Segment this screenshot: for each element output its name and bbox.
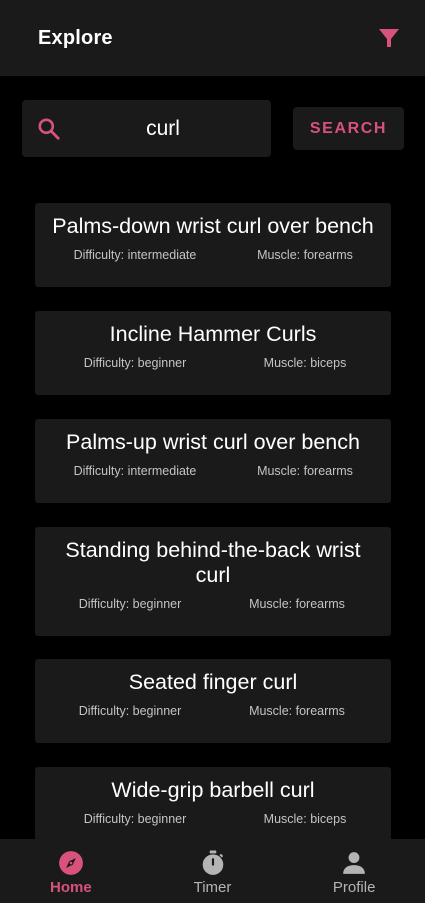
- bottom-nav: Home Timer Profile: [0, 839, 425, 903]
- search-box: [22, 100, 271, 157]
- nav-item-home[interactable]: Home: [0, 839, 142, 903]
- exercise-meta: Difficulty: beginner Muscle: biceps: [35, 812, 391, 830]
- nav-item-profile[interactable]: Profile: [283, 839, 425, 903]
- exercise-muscle: Muscle: forearms: [249, 597, 345, 611]
- stopwatch-icon: [202, 850, 223, 875]
- exercise-meta: Difficulty: beginner Muscle: biceps: [35, 356, 391, 374]
- exercise-muscle: Muscle: forearms: [257, 464, 353, 478]
- nav-label-home: Home: [49, 879, 92, 896]
- exercise-muscle: Muscle: biceps: [263, 356, 347, 370]
- search-input[interactable]: [68, 100, 258, 157]
- exercise-title: Wide-grip barbell curl: [111, 778, 315, 802]
- exercise-title: Palms-down wrist curl over bench: [52, 214, 374, 238]
- exercise-title: Standing behind-the-back wrist curl: [65, 538, 361, 587]
- app-bar: Explore: [0, 0, 425, 76]
- exercise-muscle: Muscle: forearms: [249, 704, 345, 718]
- exercise-card[interactable]: Wide-grip barbell curl Difficulty: begin…: [35, 767, 391, 839]
- exercise-card[interactable]: Standing behind-the-back wrist curl Diff…: [35, 527, 391, 636]
- filter-button[interactable]: [369, 18, 409, 58]
- filter-icon: [379, 29, 399, 47]
- search-button[interactable]: SEARCH: [293, 107, 404, 150]
- exercise-muscle: Muscle: forearms: [257, 248, 353, 262]
- exercise-muscle: Muscle: biceps: [263, 812, 347, 826]
- exercise-title: Palms-up wrist curl over bench: [66, 430, 360, 454]
- nav-label-timer: Timer: [193, 879, 232, 896]
- search-row: SEARCH: [0, 100, 425, 158]
- exercise-meta: Difficulty: intermediate Muscle: forearm…: [35, 464, 391, 482]
- exercise-card[interactable]: Palms-down wrist curl over bench Difficu…: [35, 203, 391, 287]
- exercise-card[interactable]: Palms-up wrist curl over bench Difficult…: [35, 419, 391, 503]
- exercise-title: Incline Hammer Curls: [109, 322, 317, 346]
- person-icon: [343, 852, 366, 874]
- exercise-card[interactable]: Seated finger curl Difficulty: beginner …: [35, 659, 391, 743]
- exercise-card[interactable]: Incline Hammer Curls Difficulty: beginne…: [35, 311, 391, 395]
- exercise-title: Seated finger curl: [128, 670, 298, 694]
- nav-item-timer[interactable]: Timer: [142, 839, 284, 903]
- nav-label-profile: Profile: [332, 879, 376, 896]
- exercise-meta: Difficulty: beginner Muscle: forearms: [35, 597, 391, 615]
- page-title: Explore: [38, 26, 113, 49]
- search-icon: [38, 118, 60, 140]
- compass-icon: [58, 851, 83, 875]
- exercise-meta: Difficulty: intermediate Muscle: forearm…: [35, 248, 391, 266]
- results-list[interactable]: Palms-down wrist curl over bench Difficu…: [0, 203, 425, 839]
- exercise-meta: Difficulty: beginner Muscle: forearms: [35, 704, 391, 722]
